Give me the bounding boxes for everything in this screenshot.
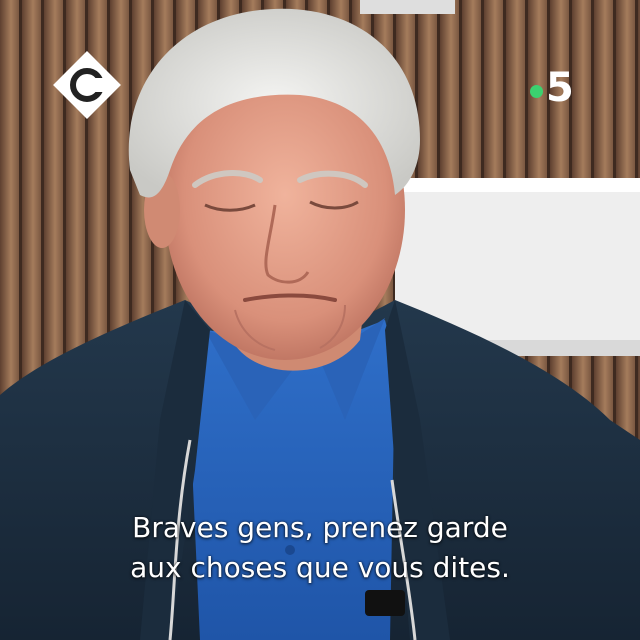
subtitle: Braves gens, prenez garde aux choses que…	[0, 508, 640, 588]
channel-number: 5	[546, 65, 574, 111]
subtitle-line-2: aux choses que vous dites.	[130, 551, 510, 584]
c-a-vous-logo-icon	[53, 51, 121, 119]
video-frame: 5 Braves gens, prenez garde aux choses q…	[0, 0, 640, 640]
green-dot-icon	[530, 84, 543, 98]
subtitle-line-1: Braves gens, prenez garde	[132, 511, 508, 544]
france-5-logo: 5	[530, 65, 574, 111]
